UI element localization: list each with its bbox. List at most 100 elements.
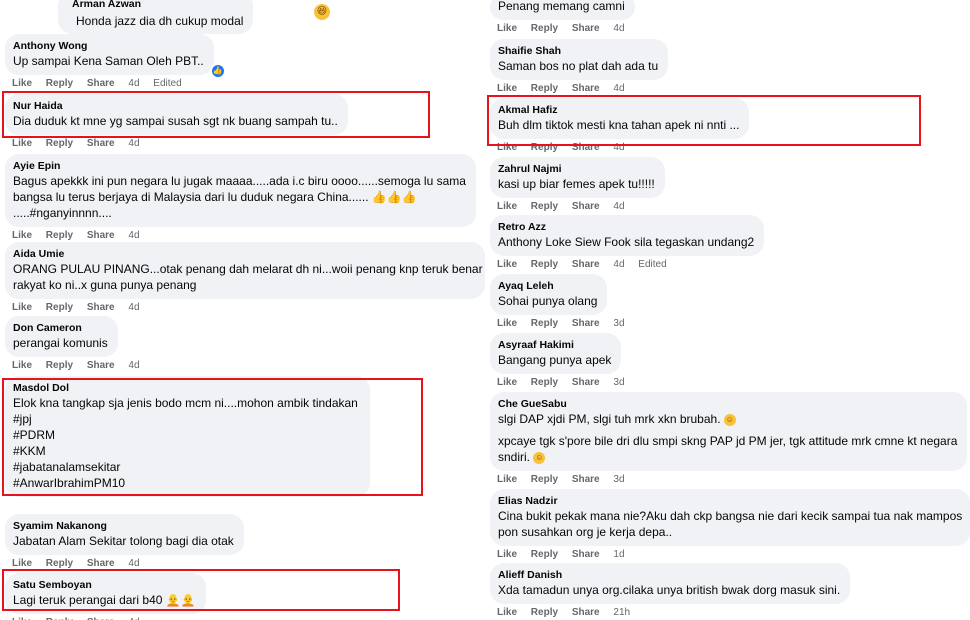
like-button[interactable]: Like (12, 360, 32, 371)
comment-actions: Like Reply Share 4d (497, 83, 668, 95)
comment-author[interactable]: Asyraaf Hakimi (498, 338, 611, 352)
comment-time[interactable]: 3d (613, 377, 624, 388)
comment-time[interactable]: 1d (613, 549, 624, 560)
like-button[interactable]: Like (497, 259, 517, 270)
comment-author[interactable]: Zahrul Najmi (498, 162, 655, 176)
share-button[interactable]: Share (572, 474, 600, 485)
comment-author[interactable]: Retro Azz (498, 220, 754, 234)
comment-time[interactable]: 3d (613, 318, 624, 329)
reply-button[interactable]: Reply (46, 360, 73, 371)
comment-text: Honda jazz dia dh cukup modal (76, 14, 244, 28)
reply-button[interactable]: Reply (531, 201, 558, 212)
comment-author[interactable]: Shaifie Shah (498, 44, 658, 58)
comment-author[interactable]: Don Cameron (13, 321, 108, 335)
comment-text: Up sampai Kena Saman Oleh PBT.. (13, 54, 204, 68)
comment-text: kasi up biar femes apek tu!!!!! (498, 177, 655, 191)
comment-author[interactable]: Syamim Nakanong (13, 519, 234, 533)
comment-time[interactable]: 4d (613, 201, 624, 212)
comment-author[interactable]: Anthony Wong (13, 39, 204, 53)
comment-author[interactable]: Alieff Danish (498, 568, 840, 582)
share-button[interactable]: Share (87, 230, 115, 241)
share-button[interactable]: Share (87, 138, 115, 149)
reply-button[interactable]: Reply (46, 230, 73, 241)
comment: Ayie Epin Bagus apekkk ini pun negara lu… (5, 154, 476, 242)
comment-time[interactable]: 4d (128, 360, 139, 371)
haha-reaction-icon[interactable]: 😆 (314, 4, 330, 20)
reply-button[interactable]: Reply (531, 549, 558, 560)
comment-actions: Like Reply Share 1d (497, 549, 970, 561)
like-button[interactable]: Like (497, 201, 517, 212)
like-button[interactable]: Like (497, 318, 517, 329)
comment-author[interactable]: Ayaq Leleh (498, 279, 597, 293)
comment-time[interactable]: 4d (128, 302, 139, 313)
like-button[interactable]: Like (497, 83, 517, 94)
comment-time[interactable]: 4d (128, 138, 139, 149)
comment-time[interactable]: 4d (128, 230, 139, 241)
like-button[interactable]: Like (497, 607, 517, 618)
share-button[interactable]: Share (87, 360, 115, 371)
like-button[interactable]: Like (12, 138, 32, 149)
share-button[interactable]: Share (572, 318, 600, 329)
comment-time[interactable]: 3d (613, 474, 624, 485)
comment-time[interactable]: 21h (613, 607, 630, 618)
share-button[interactable]: Share (572, 23, 600, 34)
comment: Anthony Wong Up sampai Kena Saman Oleh P… (5, 34, 226, 90)
share-button[interactable]: Share (87, 78, 115, 89)
comment-actions: Like Reply Share 3d (497, 474, 967, 486)
comment-bubble: Arman Azwan Honda jazz dia dh cukup moda… (58, 0, 254, 34)
comment-text-line: slgi DAP xjdi PM, slgi tuh mrk xkn bruba… (498, 411, 957, 427)
reply-button[interactable]: Reply (531, 474, 558, 485)
share-button[interactable]: Share (572, 83, 600, 94)
share-button[interactable]: Share (572, 549, 600, 560)
like-button[interactable]: Like (12, 558, 32, 569)
share-button[interactable]: Share (572, 377, 600, 388)
comment-actions: Like Reply Share 4d Edited (12, 78, 214, 90)
reply-button[interactable]: Reply (531, 377, 558, 388)
reply-button[interactable]: Reply (531, 259, 558, 270)
comment-bubble: Penang memang camni (490, 0, 635, 20)
comment-author[interactable]: Ayie Epin (13, 159, 466, 173)
comment-author[interactable]: Che GueSabu (498, 397, 957, 411)
like-button[interactable]: Like (497, 549, 517, 560)
share-button[interactable]: Share (572, 607, 600, 618)
reply-button[interactable]: Reply (531, 23, 558, 34)
edited-label[interactable]: Edited (153, 78, 181, 89)
share-button[interactable]: Share (87, 302, 115, 313)
comment-bubble: Ayie Epin Bagus apekkk ini pun negara lu… (5, 154, 476, 227)
reply-button[interactable]: Reply (46, 558, 73, 569)
comment-text-line: ORANG PULAU PINANG...otak penang dah mel… (13, 262, 483, 276)
reply-button[interactable]: Reply (531, 83, 558, 94)
comment-bubble: Elias Nadzir Cina bukit pekak mana nie?A… (490, 489, 970, 546)
share-button[interactable]: Share (87, 558, 115, 569)
comment: Che GueSabu slgi DAP xjdi PM, slgi tuh m… (490, 392, 968, 486)
reply-button[interactable]: Reply (46, 138, 73, 149)
like-reaction-icon[interactable]: 👍 (209, 63, 226, 79)
edited-label[interactable]: Edited (638, 259, 666, 270)
reply-button[interactable]: Reply (46, 78, 73, 89)
comment-bubble: Retro Azz Anthony Loke Siew Fook sila te… (490, 215, 765, 256)
like-button[interactable]: Like (12, 230, 32, 241)
like-button[interactable]: Like (497, 474, 517, 485)
like-button[interactable]: Like (12, 78, 32, 89)
like-button[interactable]: Like (497, 23, 517, 34)
comment-bubble: Asyraaf Hakimi Bangang punya apek (490, 333, 622, 374)
comment-author[interactable]: Aida Umie (13, 247, 475, 261)
share-button[interactable]: Share (572, 201, 600, 212)
share-button[interactable]: Share (572, 259, 600, 270)
comment-text-line: bangsa lu terus berjaya di Malaysia dari… (13, 189, 466, 205)
comment-time[interactable]: 4d (613, 83, 624, 94)
comment: Elias Nadzir Cina bukit pekak mana nie?A… (490, 489, 970, 561)
reply-button[interactable]: Reply (46, 302, 73, 313)
like-button[interactable]: Like (497, 377, 517, 388)
reply-button[interactable]: Reply (531, 318, 558, 329)
comment-text: Bangang punya apek (498, 353, 612, 367)
comment-time[interactable]: 4d (128, 78, 139, 89)
comment-time[interactable]: 4d (613, 259, 624, 270)
highlight-box-masdol-dol (2, 378, 423, 496)
comment-author[interactable]: Elias Nadzir (498, 494, 960, 508)
reply-button[interactable]: Reply (531, 607, 558, 618)
comment-time[interactable]: 4d (613, 23, 624, 34)
comment-time[interactable]: 4d (128, 558, 139, 569)
comment-author[interactable]: Arman Azwan (72, 0, 141, 10)
like-button[interactable]: Like (12, 302, 32, 313)
